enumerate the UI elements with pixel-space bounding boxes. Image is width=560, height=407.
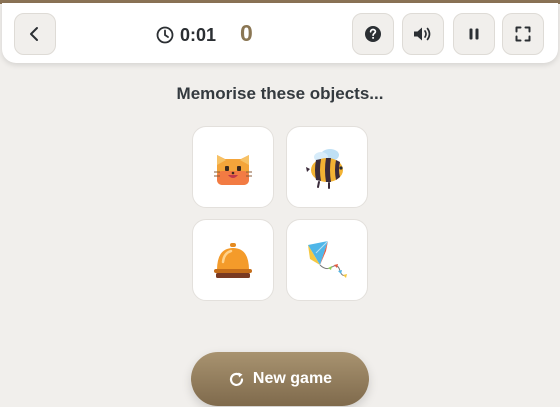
kite-icon	[308, 240, 347, 278]
back-button[interactable]	[14, 13, 56, 55]
fullscreen-button[interactable]	[502, 13, 544, 55]
bee-icon	[306, 149, 343, 189]
pause-icon	[469, 28, 479, 40]
object-card-service-bell[interactable]	[192, 219, 274, 301]
cat-icon	[214, 155, 252, 185]
clock-icon	[156, 26, 174, 44]
instruction-text: Memorise these objects...	[176, 84, 384, 103]
timer: 0:01	[156, 23, 216, 47]
new-game-button[interactable]: New game	[191, 352, 369, 406]
object-card-kite[interactable]	[286, 219, 368, 301]
help-button[interactable]	[352, 13, 394, 55]
service-bell-icon	[214, 243, 252, 278]
top-toolbar: 0:01 0	[2, 3, 558, 63]
score-counter: 0	[240, 20, 253, 46]
speaker-icon	[414, 27, 431, 41]
object-card-cat[interactable]	[192, 126, 274, 208]
restart-icon	[229, 372, 244, 386]
new-game-label: New game	[252, 370, 333, 387]
timer-value: 0:01	[180, 24, 217, 45]
pause-button[interactable]	[453, 13, 495, 55]
fullscreen-icon	[515, 26, 531, 42]
chevron-left-icon	[30, 27, 38, 41]
object-card-bee[interactable]	[286, 126, 368, 208]
sound-button[interactable]	[402, 13, 444, 55]
question-icon	[365, 26, 381, 42]
